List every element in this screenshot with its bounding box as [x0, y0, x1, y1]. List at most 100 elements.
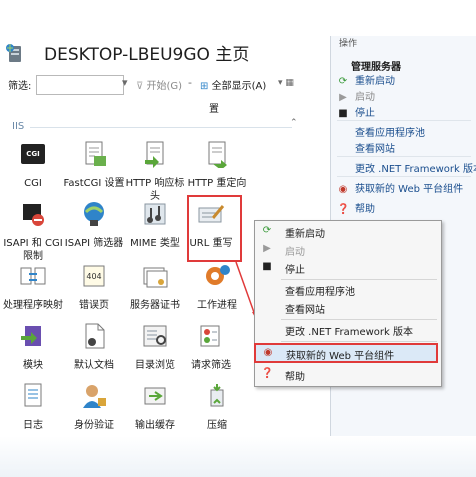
feature-request-filtering[interactable]: 请求筛选 — [178, 322, 244, 372]
directory-browsing-icon — [143, 325, 167, 347]
authentication-icon — [83, 385, 106, 408]
feature-label: 日志 — [23, 420, 43, 431]
feature-compression[interactable]: 压缩 — [184, 382, 250, 432]
output-caching-icon — [144, 387, 166, 405]
action-change-dotnet-version[interactable]: 更改 .NET Framework 版本 — [337, 160, 476, 175]
stop-icon: ■ — [262, 261, 272, 272]
web-platform-icon: ◉ — [338, 184, 348, 195]
menu-item-view-app-pools[interactable]: 查看应用程序池 — [255, 281, 441, 299]
server-globe-icon — [6, 44, 21, 62]
feature-http-response-headers[interactable]: HTTP 响应标头 — [122, 140, 188, 203]
compression-icon — [210, 384, 224, 407]
actions-pane-header: 操作 — [339, 39, 358, 49]
menu-item-restart[interactable]: ⟳ 重新启动 — [255, 223, 441, 241]
feature-label: 输出缓存 — [135, 420, 175, 431]
feature-label: FastCGI 设置 — [63, 178, 125, 189]
menu-item-start[interactable]: ▶ 启动 — [255, 241, 441, 259]
feature-authentication[interactable]: 身份验证 — [61, 382, 127, 432]
mime-types-icon — [144, 203, 166, 225]
feature-label: 错误页 — [79, 300, 109, 311]
help-icon: ❓ — [337, 204, 350, 215]
feature-error-pages[interactable]: 404 错误页 — [61, 262, 127, 312]
dropdown-icon[interactable]: ▾ — [122, 76, 128, 89]
restart-icon: ⟳ — [262, 225, 272, 236]
context-menu: ⟳ 重新启动 ▶ 启动 ■ 停止 查看应用程序池 查看网站 更改 .NET Fr… — [254, 220, 442, 387]
request-filtering-icon — [200, 325, 220, 347]
handler-mappings-icon — [20, 267, 46, 285]
action-restart[interactable]: ⟳ 重新启动 — [337, 72, 395, 87]
action-help[interactable]: ❓ 帮助 — [337, 200, 375, 215]
feature-modules[interactable]: 模块 — [0, 322, 66, 372]
section-header-iis: IIS — [12, 121, 25, 132]
feature-label: 压缩 — [207, 420, 227, 431]
collapse-chevron-icon[interactable]: ⌃ — [290, 118, 298, 128]
worker-processes-icon — [206, 265, 230, 285]
feature-label: 工作进程 — [197, 300, 237, 311]
feature-label: 默认文档 — [74, 360, 114, 371]
url-rewrite-annotation-box — [187, 195, 242, 262]
start-icon: ▶ — [263, 243, 271, 254]
feature-handler-mappings[interactable]: 处理程序映射 — [0, 262, 66, 312]
partial-label: 置 — [209, 104, 219, 115]
feature-label: 模块 — [23, 360, 43, 371]
menu-item-stop[interactable]: ■ 停止 — [255, 259, 441, 277]
isapi-filters-icon — [84, 202, 104, 226]
logging-icon — [24, 383, 42, 407]
feature-worker-processes[interactable]: 工作进程 — [184, 262, 250, 312]
action-view-app-pools[interactable]: 查看应用程序池 — [337, 124, 425, 139]
feature-output-caching[interactable]: 输出缓存 — [122, 382, 188, 432]
feature-http-redirect[interactable]: HTTP 重定向 — [184, 140, 250, 190]
funnel-icon: ⊽ — [136, 81, 144, 92]
feature-label: 处理程序映射 — [3, 300, 63, 311]
server-certificates-icon — [143, 267, 168, 288]
manage-server-group-title: 管理服务器 — [351, 62, 401, 73]
default-document-icon — [85, 323, 105, 349]
divider — [337, 176, 471, 177]
start-icon: ▶ — [339, 92, 347, 103]
action-get-web-platform[interactable]: ◉ 获取新的 Web 平台组件 — [337, 180, 464, 195]
menu-separator — [281, 319, 437, 320]
feature-default-document[interactable]: 默认文档 — [61, 322, 127, 372]
feature-label: 请求筛选 — [191, 360, 231, 371]
feature-label: ISAPI 筛选器 — [64, 238, 124, 249]
feature-label: HTTP 重定向 — [187, 178, 247, 189]
show-all-label: 全部显示(A) — [211, 81, 267, 92]
title-bar: DESKTOP-LBEU9GO 主页 — [0, 30, 330, 70]
feature-fastcgi[interactable]: FastCGI 设置 — [61, 140, 127, 190]
feature-label: 身份验证 — [74, 420, 114, 431]
action-view-sites[interactable]: 查看网站 — [337, 140, 395, 155]
feature-logging[interactable]: 日志 — [0, 382, 66, 432]
page-title: DESKTOP-LBEU9GO 主页 — [44, 45, 250, 65]
divider — [337, 156, 471, 157]
feature-label: ISAPI 和 CGI 限制 — [3, 238, 63, 262]
separator: - — [188, 76, 192, 89]
menu-separator — [281, 279, 437, 280]
cgi-icon: CGI — [19, 144, 47, 172]
go-button-label: 开始(G) — [146, 81, 183, 92]
feature-isapi-cgi-restrictions[interactable]: ISAPI 和 CGI 限制 — [0, 200, 66, 263]
error-pages-icon: 404 — [83, 265, 105, 287]
show-all-button[interactable]: ⊞ 全部显示(A) — [200, 77, 266, 92]
menu-item-get-web-platform[interactable]: ◉ 获取新的 Web 平台组件 — [254, 343, 438, 363]
go-button[interactable]: ⊽ 开始(G) — [136, 77, 182, 92]
show-all-icon: ⊞ — [200, 81, 209, 92]
isapi-cgi-restrictions-icon — [23, 204, 44, 226]
menu-item-help[interactable]: ❓ 帮助 — [255, 366, 441, 384]
section-divider — [30, 127, 292, 128]
stop-icon: ■ — [338, 108, 348, 119]
feature-server-certificates[interactable]: 服务器证书 — [122, 262, 188, 312]
action-stop[interactable]: ■ 停止 — [337, 104, 375, 119]
feature-isapi-filters[interactable]: ISAPI 筛选器 — [61, 200, 127, 250]
filter-input[interactable] — [36, 75, 124, 95]
menu-separator — [281, 341, 437, 342]
feature-cgi[interactable]: CGI CGI — [0, 140, 66, 190]
divider — [337, 120, 471, 121]
http-redirect-icon — [208, 141, 227, 170]
action-start[interactable]: ▶ 启动 — [337, 88, 375, 103]
filter-label: 筛选: — [8, 81, 32, 92]
restart-icon: ⟳ — [338, 76, 348, 87]
menu-item-change-dotnet-version[interactable]: 更改 .NET Framework 版本 — [255, 321, 441, 339]
group-by-dropdown[interactable]: ▾ ▦ — [278, 78, 294, 88]
menu-item-view-sites[interactable]: 查看网站 — [255, 299, 441, 317]
web-platform-icon: ◉ — [263, 347, 273, 358]
